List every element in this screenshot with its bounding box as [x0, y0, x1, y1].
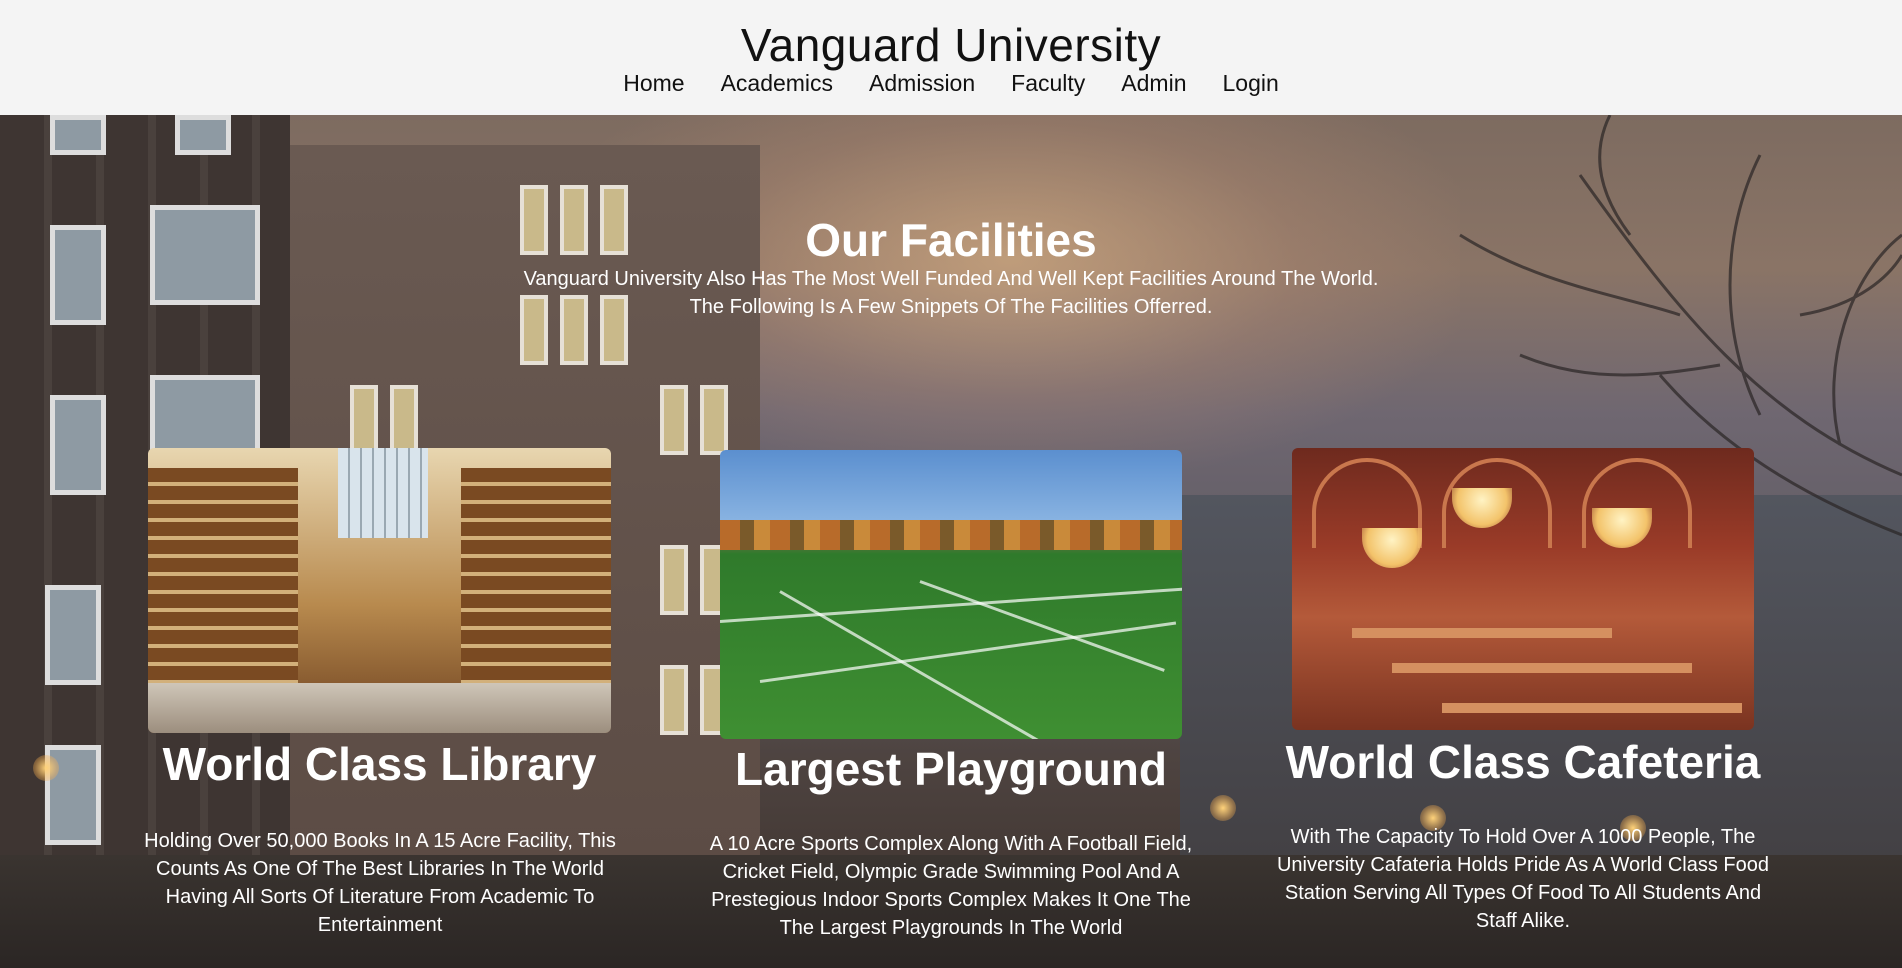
nav-home[interactable]: Home [605, 70, 702, 97]
main-nav: Home Academics Admission Faculty Admin L… [0, 70, 1902, 97]
nav-admission[interactable]: Admission [851, 70, 993, 97]
nav-faculty[interactable]: Faculty [993, 70, 1103, 97]
description-line: The Following Is A Few Snippets Of The F… [689, 296, 1213, 318]
nav-academics[interactable]: Academics [703, 70, 851, 97]
nav-admin[interactable]: Admin [1103, 70, 1204, 97]
card-text-playground: A 10 Acre Sports Complex Along With A Fo… [709, 833, 1193, 939]
card-title-playground: Largest Playground [735, 743, 1167, 795]
site-title: Vanguard University [740, 19, 1162, 71]
section-title: Our Facilities [805, 214, 1097, 266]
card-title-library: World Class Library [162, 738, 597, 790]
site-header: Vanguard University Home Academics Admis… [0, 0, 1902, 115]
description-line: Vanguard University Also Has The Most We… [523, 268, 1379, 290]
facilities-section: Our Facilities Vanguard University Also … [0, 115, 1902, 968]
nav-login[interactable]: Login [1205, 70, 1297, 97]
card-text-library: Holding Over 50,000 Books In A 15 Acre F… [144, 830, 616, 936]
playground-image [720, 450, 1182, 739]
cafeteria-image [1292, 448, 1754, 730]
street-lamp [1210, 795, 1236, 821]
library-image [148, 448, 611, 733]
section-description: Vanguard University Also Has The Most We… [460, 265, 1442, 321]
card-title-cafeteria: World Class Cafeteria [1285, 736, 1761, 788]
street-lamp [33, 755, 59, 781]
card-text-cafeteria: With The Capacity To Hold Over A 1000 Pe… [1276, 826, 1770, 932]
